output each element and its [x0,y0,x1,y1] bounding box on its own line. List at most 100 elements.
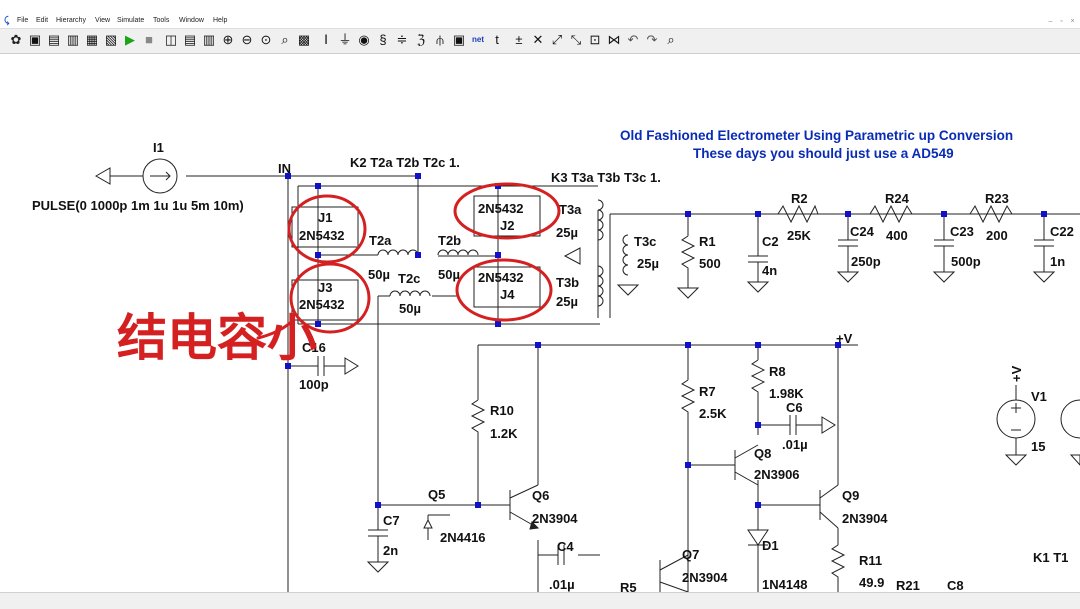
toolbar: ✿ ▣ ▤ ▥ ▦ ▧ ▶ ■ ◫ ▤ ▥ ⊕ ⊖ ⊙ ⌕ ▩ Ⅰ ⏚ ◉ § ≑ ℨ ⫛ ▣ net t ± ✕ ⤢ ⤡ ⊡ ⋈ ↶ ↷ ⌕ [0,28,1080,54]
ground-icon[interactable]: ⏚ [337,32,353,48]
menu-window[interactable]: Window [179,17,204,24]
ltspice-logo-icon[interactable]: ⤹ [4,15,9,26]
transistor-q9 [819,484,839,545]
label-q5: Q5 [428,487,445,502]
resistor-r11 [830,544,846,592]
settings-icon[interactable]: ✿ [8,32,24,48]
label-q6-model: 2N3904 [532,511,578,526]
label-r21: R21 [896,578,920,592]
wire-icon[interactable]: Ⅰ [318,32,334,48]
label-c23-value: 500p [951,254,981,269]
label-t2c: T2c [398,271,420,286]
label-r2-value: 25K [787,228,811,243]
menu-simulate[interactable]: Simulate [117,17,144,24]
menu-file[interactable]: File [17,17,28,24]
label-icon[interactable]: ◉ [356,32,372,48]
resistor-r1 [680,235,696,288]
menu-help[interactable]: Help [213,17,227,24]
label-d1: D1 [762,538,779,553]
label-t3a: T3a [559,202,582,217]
label-t2a-value: 50µ [368,267,390,282]
tile-vertical-icon[interactable]: ▤ [182,32,198,48]
k3-directive[interactable]: K3 T3a T3b T3c 1. [551,170,661,185]
label-r7: R7 [699,384,716,399]
capacitor-icon[interactable]: ≑ [394,32,410,48]
label-t2c-value: 50µ [399,301,421,316]
schematic-canvas[interactable]: Old Fashioned Electrometer Using Paramet… [0,53,1080,592]
label-j2-model: 2N5432 [478,201,524,216]
menu-view[interactable]: View [95,17,110,24]
diode-icon[interactable]: ⫛ [432,32,448,48]
label-r24-value: 400 [886,228,908,243]
k1-directive[interactable]: K1 T1 [1033,550,1068,565]
inductor-t2b [437,249,479,256]
label-i1-value: PULSE(0 1000p 1m 1u 1u 5m 10m) [32,198,244,213]
label-c2-value: 4n [762,263,777,278]
label-r10: R10 [490,403,514,418]
component-icon[interactable]: ▣ [451,32,467,48]
zoom-out-icon[interactable]: ⊖ [239,32,255,48]
redo-icon[interactable]: ↷ [644,32,660,48]
label-q7-model: 2N3904 [682,570,728,585]
label-j1: J1 [318,210,332,225]
label-v1: V1 [1031,389,1047,404]
delete-icon[interactable]: ✕ [530,32,546,48]
drag-icon[interactable]: ⤡ [568,32,584,48]
halt-icon[interactable]: ■ [141,32,157,48]
label-t3b-value: 25µ [556,294,578,309]
close-icon[interactable]: × [1068,17,1077,26]
zoom-in-icon[interactable]: ⊕ [220,32,236,48]
duplicate-icon[interactable]: ⤢ [549,32,565,48]
label-t3a-value: 25µ [556,225,578,240]
components [94,158,1080,592]
minimize-icon[interactable]: – [1046,17,1055,26]
label-j3: J3 [318,280,332,295]
menu-hierarchy[interactable]: Hierarchy [56,17,86,24]
autoscale-icon[interactable]: ▩ [296,32,312,48]
status-bar [0,592,1080,609]
label-c7: C7 [383,513,400,528]
save-all-icon[interactable]: ▥ [65,32,81,48]
restore-icon[interactable]: ▫ [1057,17,1066,26]
cascade-icon[interactable]: ▥ [201,32,217,48]
rotate-icon[interactable]: ⋈ [606,32,622,48]
run-icon[interactable]: ▶ [122,32,138,48]
resistor-icon[interactable]: § [375,32,391,48]
label-r10-value: 1.2K [490,426,518,441]
spice-directive-icon[interactable]: net [470,32,486,48]
print-icon[interactable]: ▦ [84,32,100,48]
label-c6-value: .01µ [782,437,808,452]
schematic-title-line2: These days you should just use a AD549 [693,146,954,161]
menu-tools[interactable]: Tools [153,17,169,24]
label-c4: C4 [557,539,574,554]
label-c4-value: .01µ [549,577,575,592]
capacitor-c16 [317,356,359,376]
zoom-area-icon[interactable]: ⌕ [277,32,293,48]
menu-edit[interactable]: Edit [36,17,48,24]
label-d1-model: 1N4148 [762,577,808,592]
junction-dots [285,173,1047,508]
title-bar [0,0,1080,15]
menu-bar: ⤹ File Edit Hierarchy View Simulate Tool… [0,14,1080,28]
label-t3c: T3c [634,234,656,249]
save-icon[interactable]: ▤ [46,32,62,48]
mirror-icon[interactable]: ⊡ [587,32,603,48]
label-j1-model: 2N5432 [299,228,345,243]
k2-directive[interactable]: K2 T2a T2b T2c 1. [350,155,460,170]
find-icon[interactable]: ⌕ [663,32,679,48]
label-t2b: T2b [438,233,461,248]
undo-icon[interactable]: ↶ [625,32,641,48]
move-icon[interactable]: ± [511,32,527,48]
label-r1: R1 [699,234,716,249]
open-icon[interactable]: ▣ [27,32,43,48]
capacitor-c6 [789,415,836,435]
control-panel-icon[interactable]: ▧ [103,32,119,48]
inductor-t2c [389,290,431,297]
text-icon[interactable]: t [489,32,505,48]
net-label-vplus[interactable]: +V [836,331,853,346]
label-c8: C8 [947,578,964,592]
inductor-icon[interactable]: ℨ [413,32,429,48]
zoom-fit-icon[interactable]: ⊙ [258,32,274,48]
net-label-in[interactable]: IN [278,161,291,176]
tile-horizontal-icon[interactable]: ◫ [163,32,179,48]
